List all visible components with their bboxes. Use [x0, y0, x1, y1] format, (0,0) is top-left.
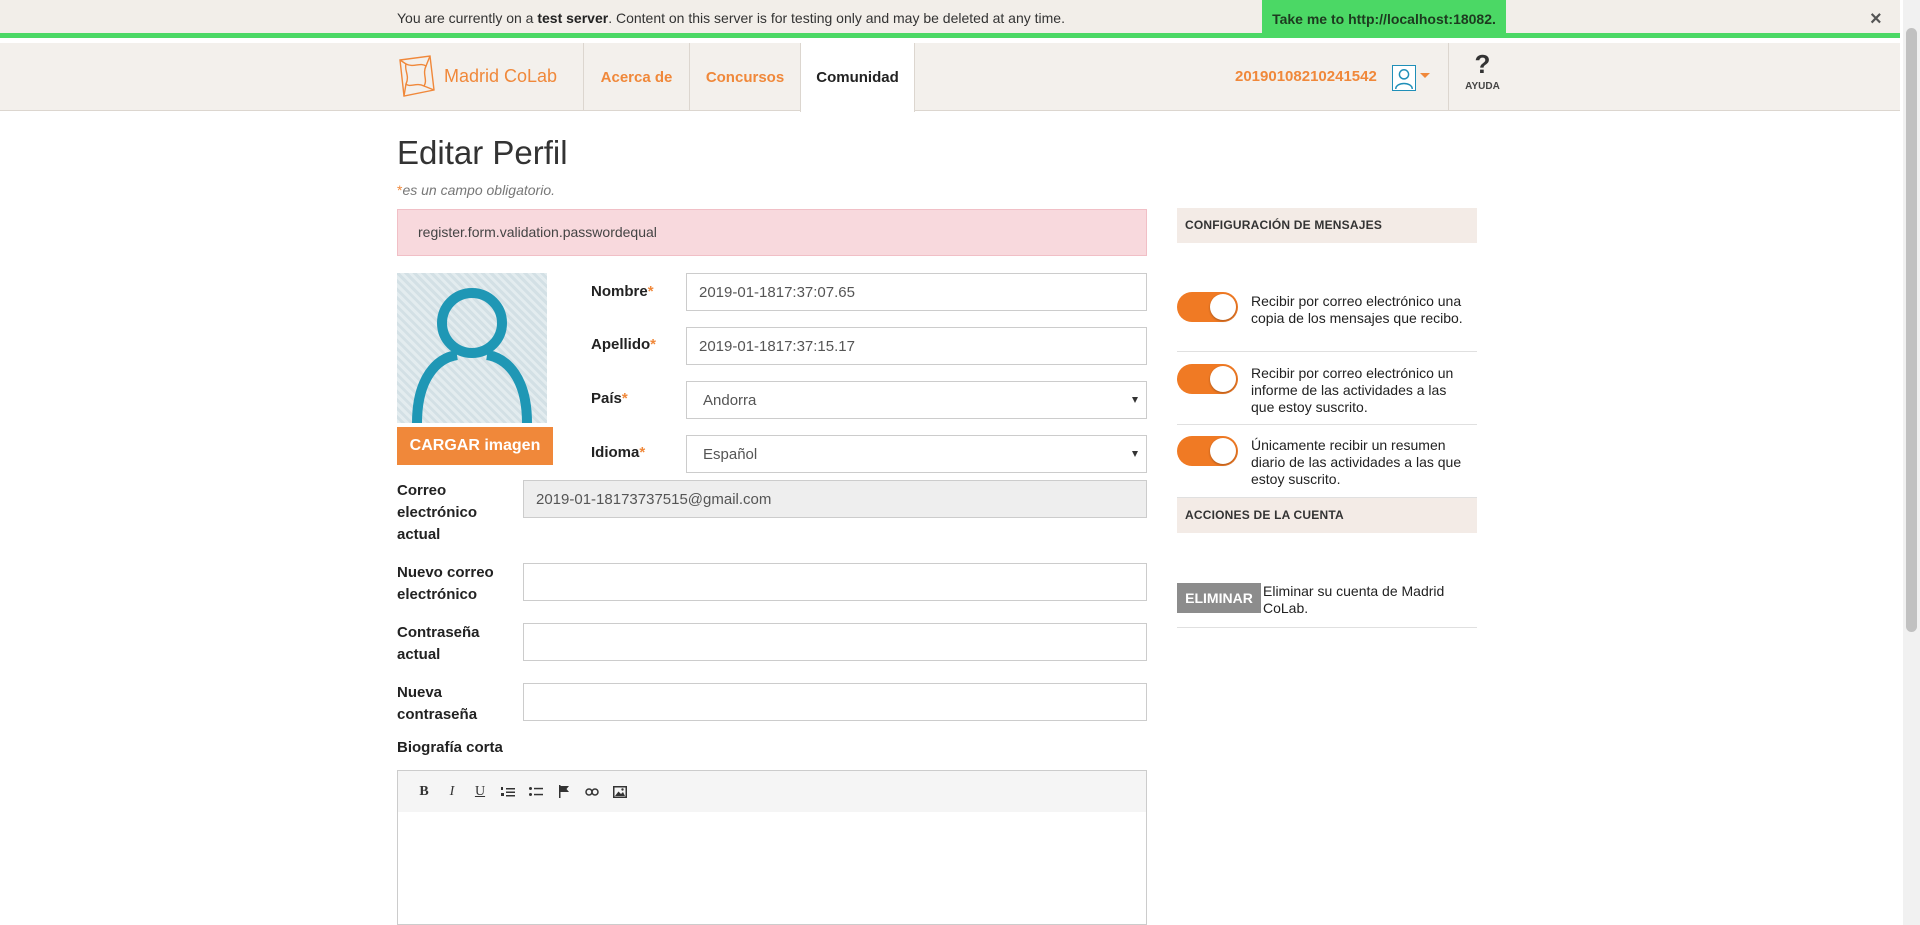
- numbered-list-button[interactable]: [494, 780, 522, 804]
- chevron-down-icon: [1132, 397, 1138, 403]
- link-icon: [585, 787, 599, 796]
- new-password-field[interactable]: [523, 683, 1147, 721]
- toggle-knob: [1210, 366, 1236, 392]
- nombre-label: Nombre*: [591, 281, 654, 303]
- daily-summary-toggle[interactable]: [1177, 436, 1238, 466]
- chevron-down-icon: [1132, 451, 1138, 457]
- tab-concursos[interactable]: Concursos: [689, 43, 800, 111]
- chevron-down-icon[interactable]: [1420, 73, 1430, 78]
- upload-image-button[interactable]: CARGAR imagen: [397, 427, 553, 465]
- idioma-selected-value: Español: [703, 445, 758, 463]
- nueva-contrasena-label: Nueva contraseña: [397, 682, 477, 726]
- user-silhouette-icon: [1395, 69, 1413, 90]
- editor-toolbar: B I U: [397, 770, 1147, 813]
- site-header: Madrid CoLab Acerca de Concursos Comunid…: [0, 43, 1900, 112]
- email-copy-toggle[interactable]: [1177, 292, 1238, 322]
- take-me-to-localhost-button[interactable]: Take me to http://localhost:18082.: [1262, 0, 1506, 38]
- bold-button[interactable]: B: [410, 780, 438, 804]
- activity-report-toggle-label: Recibir por correo electrónico un inform…: [1251, 365, 1454, 415]
- apellido-label: Apellido*: [591, 334, 656, 356]
- contrasena-actual-label-line: Contraseña: [397, 624, 480, 641]
- madrid-colab-logo-icon: [399, 55, 435, 97]
- flag-icon: [559, 785, 569, 798]
- test-server-banner: You are currently on a test server. Cont…: [0, 0, 1900, 38]
- email-copy-toggle-label: Recibir por correo electrónico una copia…: [1251, 293, 1463, 326]
- nombre-label-text: Nombre: [591, 283, 648, 300]
- image-button[interactable]: [606, 780, 634, 804]
- image-icon: [613, 785, 627, 798]
- pais-label: País*: [591, 388, 628, 410]
- correo-actual-label-line: electrónico: [397, 504, 478, 521]
- scrollbar-thumb[interactable]: [1906, 28, 1917, 632]
- italic-button[interactable]: I: [438, 780, 466, 804]
- correo-actual-label-line: actual: [397, 526, 441, 543]
- correo-actual-label: Correo electrónico actual: [397, 480, 477, 546]
- validation-error-alert: register.form.validation.passwordequal: [397, 209, 1147, 256]
- nueva-contrasena-label-line: Nueva: [397, 684, 443, 701]
- page-title: Editar Perfil: [397, 134, 568, 171]
- banner-text-start: You are currently on a: [397, 10, 538, 26]
- divider: [1177, 627, 1477, 628]
- flag-button[interactable]: [550, 780, 578, 804]
- activity-report-toggle[interactable]: [1177, 364, 1238, 394]
- user-name-link[interactable]: 20190108210241542: [1235, 68, 1377, 85]
- pais-select[interactable]: Andorra: [686, 381, 1147, 419]
- logo-text: Madrid CoLab: [444, 65, 558, 86]
- nuevo-correo-label: Nuevo correo electrónico: [397, 562, 494, 606]
- help-icon: ?: [1474, 49, 1491, 79]
- banner-text-bold: test server: [537, 10, 609, 26]
- help-button[interactable]: ? AYUDA: [1448, 43, 1516, 111]
- biografia-label: Biografía corta: [397, 739, 503, 756]
- bullet-list-button[interactable]: [522, 780, 550, 804]
- daily-summary-toggle-label: Únicamente recibir un resumen diario de …: [1251, 437, 1462, 487]
- user-avatar-icon[interactable]: [1392, 65, 1416, 91]
- tab-acerca-de[interactable]: Acerca de: [583, 43, 689, 111]
- delete-account-button[interactable]: ELIMINAR: [1177, 583, 1261, 613]
- pais-label-text: País: [591, 390, 622, 407]
- required-asterisk: *: [647, 283, 654, 300]
- messages-settings-header: CONFIGURACIÓN DE MENSAJES: [1177, 208, 1477, 243]
- required-note-text: es un campo obligatorio.: [402, 182, 555, 198]
- nuevo-correo-label-line: electrónico: [397, 586, 478, 603]
- underline-button[interactable]: U: [466, 780, 494, 804]
- help-label: AYUDA: [1465, 81, 1500, 92]
- biography-editor[interactable]: [397, 812, 1147, 925]
- required-asterisk: *: [650, 336, 657, 353]
- correo-actual-label-line: Correo: [397, 482, 447, 499]
- default-avatar-icon: [412, 288, 532, 423]
- toggle-knob: [1210, 294, 1236, 320]
- pais-selected-value: Andorra: [703, 391, 757, 409]
- apellido-field[interactable]: 2019-01-1817:37:15.17: [686, 327, 1147, 365]
- banner-message: You are currently on a test server. Cont…: [397, 10, 1065, 26]
- bullet-list-icon: [529, 786, 543, 796]
- idioma-label: Idioma*: [591, 442, 645, 464]
- site-logo[interactable]: Madrid CoLab: [396, 54, 557, 98]
- required-asterisk: *: [621, 390, 628, 407]
- close-icon[interactable]: ×: [1870, 8, 1882, 31]
- nueva-contrasena-label-line: contraseña: [397, 706, 478, 723]
- new-email-field[interactable]: [523, 563, 1147, 601]
- nombre-field[interactable]: 2019-01-1817:37:07.65: [686, 273, 1147, 311]
- required-asterisk: *: [639, 444, 646, 461]
- current-email-field: 2019-01-18173737515@gmail.com: [523, 480, 1147, 518]
- toggle-knob: [1210, 438, 1236, 464]
- idioma-label-text: Idioma: [591, 444, 640, 461]
- account-actions-header: ACCIONES DE LA CUENTA: [1177, 498, 1477, 533]
- nuevo-correo-label-line: Nuevo correo: [397, 564, 494, 581]
- tab-comunidad[interactable]: Comunidad: [800, 43, 915, 112]
- apellido-label-text: Apellido: [591, 336, 651, 353]
- required-field-note: *es un campo obligatorio.: [397, 182, 555, 198]
- numbered-list-icon: [501, 786, 515, 796]
- idioma-select[interactable]: Español: [686, 435, 1147, 473]
- current-password-field[interactable]: [523, 623, 1147, 661]
- banner-text-end: . Content on this server is for testing …: [608, 10, 1065, 26]
- link-button[interactable]: [578, 780, 606, 804]
- delete-account-text: Eliminar su cuenta de Madrid CoLab.: [1263, 583, 1445, 616]
- contrasena-actual-label-line: actual: [397, 646, 441, 663]
- contrasena-actual-label: Contraseña actual: [397, 622, 480, 666]
- profile-photo: [397, 273, 547, 423]
